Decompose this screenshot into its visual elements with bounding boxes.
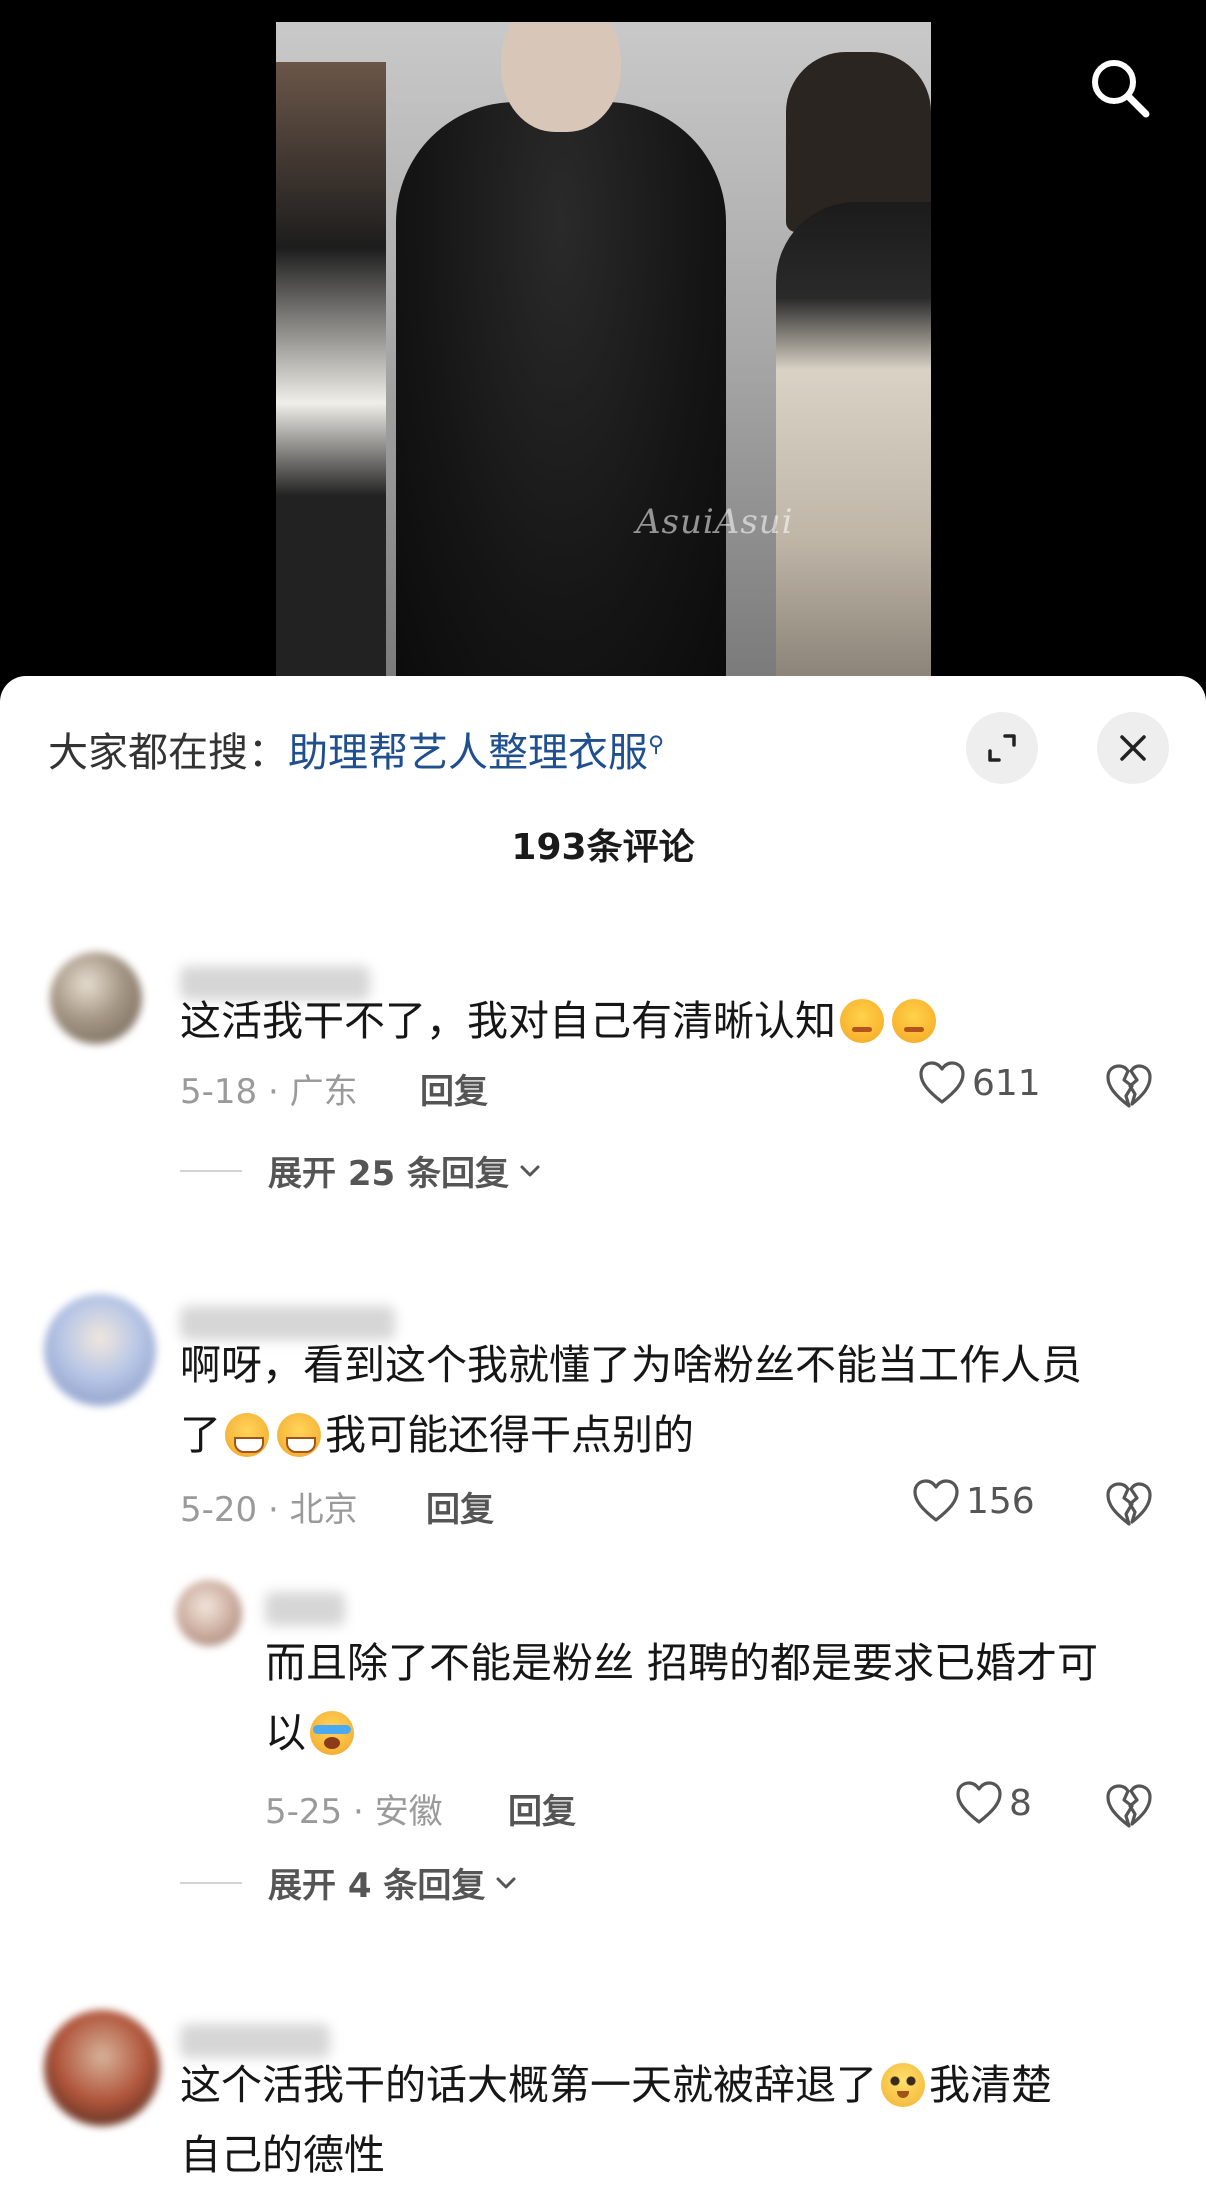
smug-emoji-icon	[892, 999, 936, 1043]
reply-item: 而且除了不能是粉丝 招聘的都是要求已婚才可 以 5-25 · 安徽 回复 8 展…	[0, 1576, 1206, 1906]
comment-item: 啊呀，看到这个我就懂了为啥粉丝不能当工作人员 了我可能还得干点别的 5-20 ·…	[0, 1286, 1206, 1530]
comment-item: 这个活我干的话大概第一天就被辞退了 我清楚 自己的德性	[0, 2006, 1206, 2210]
comment-date-location: 5-18 · 广东	[180, 1072, 358, 1112]
like-button[interactable]: 611	[918, 1060, 1041, 1106]
search-suggestion[interactable]: 大家都在搜：助理帮艺人整理衣服⚲	[48, 720, 664, 778]
heart-icon	[913, 1479, 959, 1522]
avatar[interactable]	[50, 952, 142, 1044]
reply-button[interactable]: 回复	[508, 1784, 576, 1833]
comment-item: 这活我干不了，我对自己有清晰认知 5-18 · 广东 回复 611 展开 25 …	[0, 946, 1206, 1246]
small-search-icon: ⚲	[648, 732, 665, 758]
like-count: 611	[972, 1062, 1041, 1104]
video-person-hair	[776, 202, 931, 682]
chevron-down-icon	[496, 1877, 516, 1888]
video-person-main	[396, 102, 726, 682]
like-button[interactable]: 156	[912, 1478, 1035, 1524]
expand-replies-label: 展开 25 条回复	[268, 1154, 509, 1194]
grin-sweat-emoji-icon	[277, 1413, 321, 1457]
comment-date-location: 5-20 · 北京	[180, 1490, 358, 1530]
comment-text: 而且除了不能是粉丝 招聘的都是要求已婚才可 以	[265, 1639, 1099, 1757]
dislike-button[interactable]	[1104, 1480, 1156, 1532]
reply-button[interactable]: 回复	[420, 1064, 488, 1113]
comment-date-location: 5-25 · 安徽	[265, 1792, 443, 1832]
like-count: 8	[1009, 1782, 1032, 1824]
expand-icon	[988, 734, 1016, 762]
avatar[interactable]	[44, 2010, 160, 2126]
dislike-button[interactable]	[1104, 1062, 1156, 1114]
video-person-head	[501, 22, 621, 132]
search-icon	[1092, 60, 1150, 118]
divider-line	[180, 1169, 242, 1172]
search-suggestion-prefix: 大家都在搜：	[48, 730, 288, 776]
expand-replies-button[interactable]: 展开 4 条回复	[180, 1858, 519, 1907]
search-button[interactable]	[1084, 52, 1156, 124]
like-button[interactable]: 8	[955, 1780, 1032, 1826]
sheet-header: 大家都在搜：助理帮艺人整理衣服⚲	[0, 676, 1206, 796]
close-icon	[1120, 735, 1146, 761]
expand-replies-label: 展开 4 条回复	[268, 1866, 486, 1906]
divider-line	[180, 1881, 242, 1884]
video-watermark: AsuiAsui	[636, 502, 794, 542]
dislike-button[interactable]	[1104, 1782, 1156, 1834]
blushing-emoji-icon	[881, 2063, 925, 2107]
smug-emoji-icon	[840, 999, 884, 1043]
comment-text: 这个活我干的话大概第一天就被辞退了 我清楚 自己的德性	[180, 2061, 1052, 2179]
grin-sweat-emoji-icon	[225, 1413, 269, 1457]
close-button[interactable]	[1097, 712, 1169, 784]
comment-text: 这活我干不了，我对自己有清晰认知	[180, 986, 1080, 1056]
broken-heart-icon	[1106, 1482, 1152, 1526]
comments-sheet: 大家都在搜：助理帮艺人整理衣服⚲ 193条评论 这活我干不了，我对自己有清晰认知…	[0, 676, 1206, 2210]
comment-count: 193条评论	[511, 827, 695, 868]
chevron-down-icon	[520, 1165, 540, 1176]
video-person-left	[276, 62, 386, 682]
heart-icon	[919, 1061, 965, 1104]
expand-button[interactable]	[966, 712, 1038, 784]
broken-heart-icon	[1106, 1784, 1152, 1828]
heart-icon	[956, 1781, 1002, 1824]
broken-heart-icon	[1106, 1064, 1152, 1108]
crying-laughing-emoji-icon	[310, 1711, 354, 1755]
video-player[interactable]: AsuiAsui	[0, 0, 1206, 700]
search-suggestion-keyword[interactable]: 助理帮艺人整理衣服	[288, 730, 648, 776]
reply-button[interactable]: 回复	[426, 1482, 494, 1531]
like-count: 156	[966, 1480, 1035, 1522]
expand-replies-button[interactable]: 展开 25 条回复	[180, 1146, 543, 1195]
avatar[interactable]	[176, 1580, 242, 1646]
comment-text: 啊呀，看到这个我就懂了为啥粉丝不能当工作人员 了我可能还得干点别的	[180, 1341, 1082, 1459]
username[interactable]	[265, 1592, 345, 1626]
avatar[interactable]	[44, 1294, 156, 1406]
video-frame[interactable]: AsuiAsui	[276, 22, 931, 682]
